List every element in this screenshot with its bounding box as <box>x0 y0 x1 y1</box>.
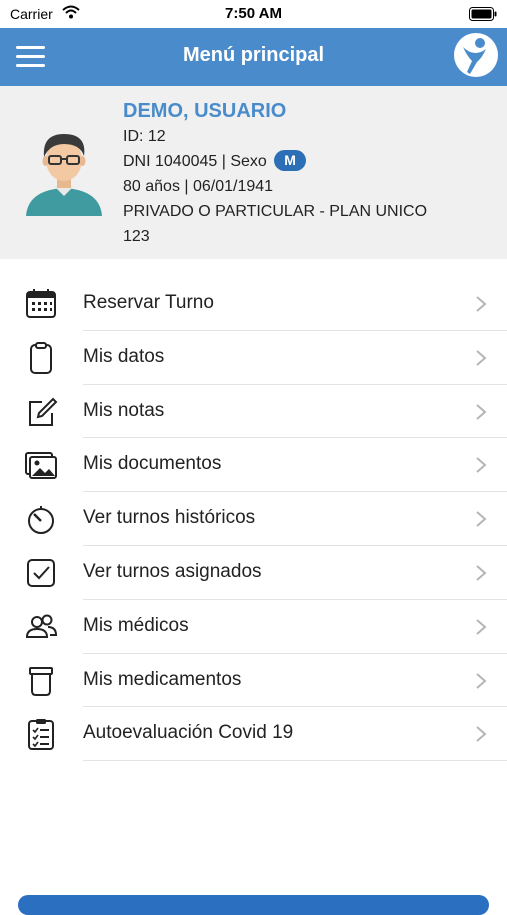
user-age: 80 años | 06/01/1941 <box>123 178 274 195</box>
user-plan-number: 123 <box>123 228 150 245</box>
status-time: 7:50 AM <box>225 5 282 22</box>
main-menu-list: Reservar Turno Mis datos Mis notas Mis d… <box>0 277 507 762</box>
chevron-right-icon <box>476 565 487 581</box>
menu-item-label: Mis notas <box>83 399 165 421</box>
nav-bar: Menú principal <box>0 28 507 86</box>
menu-item-label: Mis médicos <box>83 614 189 636</box>
divider <box>83 760 507 762</box>
user-plan: PRIVADO O PARTICULAR - PLAN UNICO <box>123 203 428 220</box>
menu-item-mis-notas[interactable]: Mis notas <box>0 385 507 439</box>
menu-item-ver-turnos-historicos[interactable]: Ver turnos históricos <box>0 492 507 546</box>
sex-badge: M <box>274 150 306 171</box>
menu-item-ver-turnos-asignados[interactable]: Ver turnos asignados <box>0 546 507 600</box>
bottom-action-button[interactable] <box>18 895 489 915</box>
chevron-right-icon <box>476 296 487 312</box>
chevron-right-icon <box>476 672 487 689</box>
timer-icon <box>28 506 54 535</box>
avatar <box>26 134 102 216</box>
page-title: Menú principal <box>182 44 325 66</box>
profile-card: DEMO, USUARIO ID: 12 DNI 1040045 | Sexo … <box>0 86 507 259</box>
edit-note-icon <box>29 397 58 426</box>
menu-item-mis-medicamentos[interactable]: Mis medicamentos <box>0 654 507 708</box>
user-dni-line: DNI 1040045 | Sexo M <box>123 149 493 174</box>
dni-sex-label: DNI 1040045 | Sexo <box>123 153 267 170</box>
menu-item-label: Autoevaluación Covid 19 <box>83 722 294 744</box>
medicine-jar-icon <box>29 666 53 696</box>
menu-item-label: Mis medicamentos <box>83 668 242 690</box>
chevron-right-icon <box>476 403 487 420</box>
user-id: ID: 12 <box>123 128 166 145</box>
checkbox-icon <box>27 558 55 587</box>
menu-item-label: Mis datos <box>83 345 165 367</box>
status-bar: Carrier 7:50 AM <box>0 0 507 28</box>
menu-item-mis-documentos[interactable]: Mis documentos <box>0 438 507 493</box>
menu-item-label: Reservar Turno <box>83 292 214 313</box>
image-gallery-icon <box>25 452 57 480</box>
chevron-right-icon <box>476 619 487 635</box>
battery-icon <box>469 7 497 21</box>
app-logo <box>454 33 498 77</box>
checklist-icon <box>28 719 54 751</box>
menu-item-reservar-turno[interactable]: Reservar Turno <box>0 277 507 331</box>
menu-item-label: Ver turnos históricos <box>83 507 256 529</box>
menu-item-mis-datos[interactable]: Mis datos <box>0 331 507 385</box>
menu-item-autoevaluacion-covid[interactable]: Autoevaluación Covid 19 <box>0 707 507 762</box>
chevron-right-icon <box>476 511 487 527</box>
calendar-icon <box>26 289 56 318</box>
chevron-right-icon <box>476 350 487 366</box>
clipboard-icon <box>30 341 52 374</box>
menu-item-label: Mis documentos <box>83 453 222 475</box>
chevron-right-icon <box>476 457 487 474</box>
chevron-right-icon <box>476 726 487 743</box>
people-icon <box>25 614 58 638</box>
menu-item-mis-medicos[interactable]: Mis médicos <box>0 600 507 654</box>
user-name: DEMO, USUARIO <box>123 100 287 122</box>
menu-item-label: Ver turnos asignados <box>83 560 262 582</box>
